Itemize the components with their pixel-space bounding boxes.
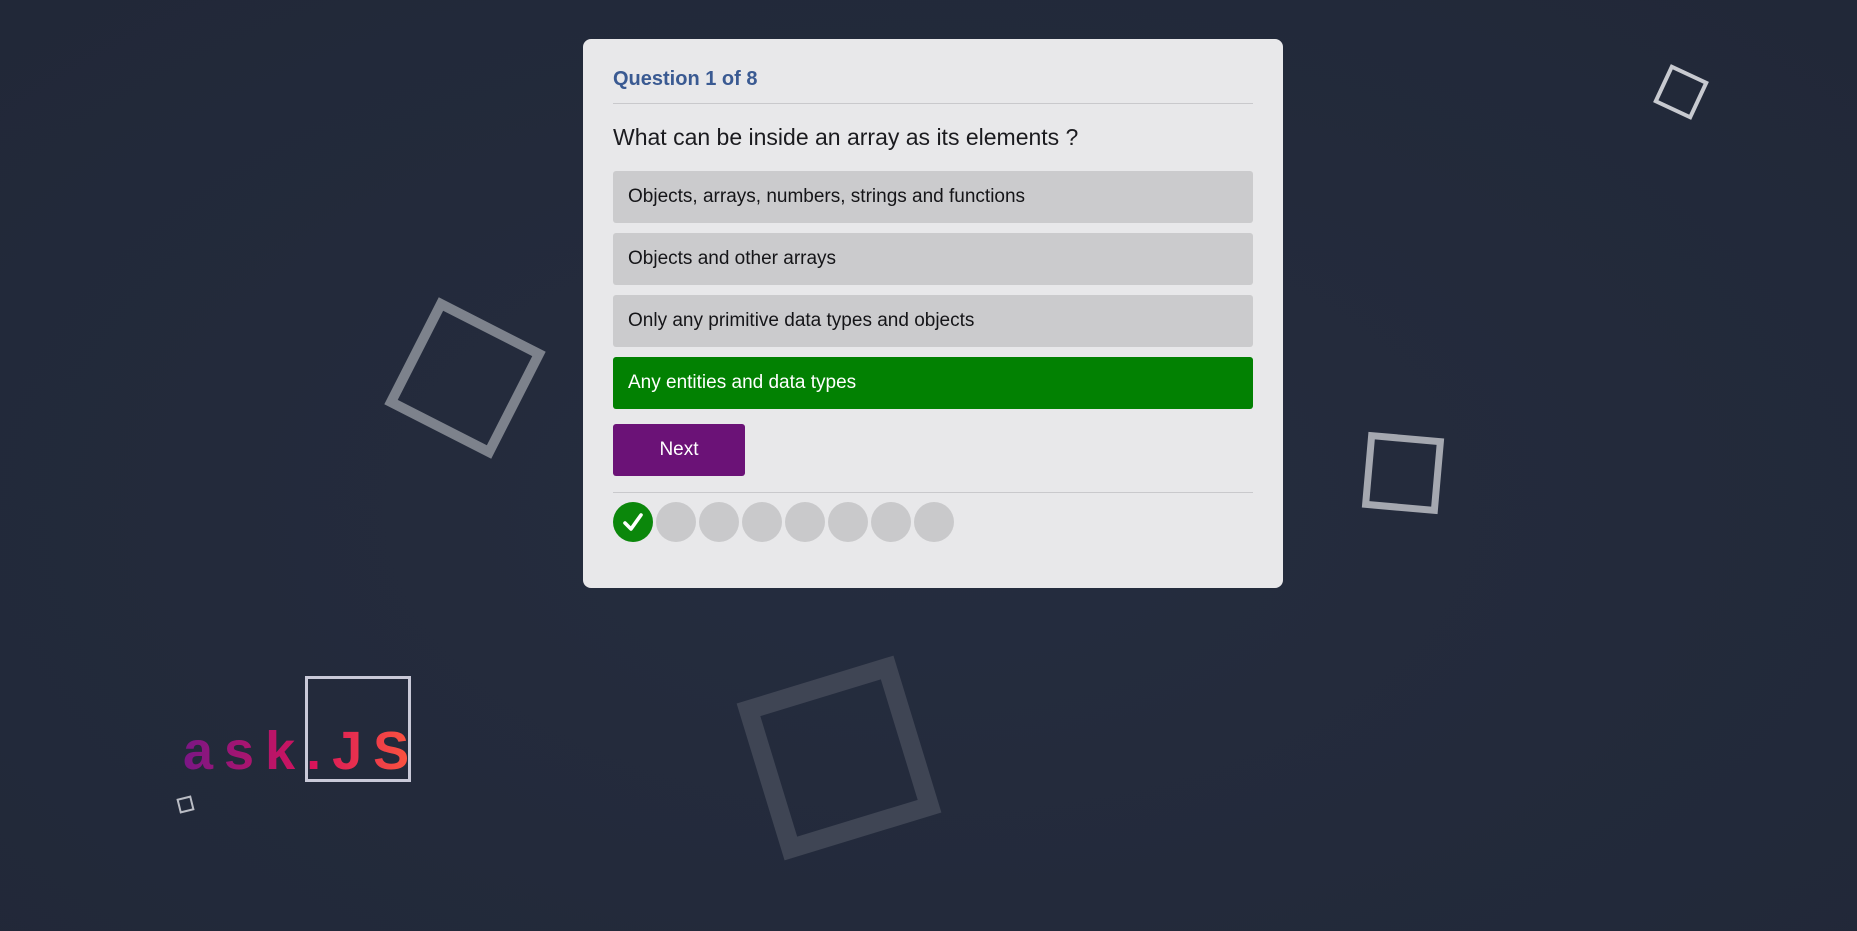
progress-step-pending — [699, 502, 739, 542]
divider — [613, 103, 1253, 104]
progress-step-pending — [656, 502, 696, 542]
progress-step-completed — [613, 502, 653, 542]
progress-step-pending — [828, 502, 868, 542]
decorative-square — [176, 795, 195, 814]
decorative-square — [1653, 64, 1709, 120]
decorative-square — [384, 297, 546, 459]
answer-list: Objects, arrays, numbers, strings and fu… — [613, 171, 1253, 409]
svg-text:ask.JS: ask.JS — [183, 721, 420, 781]
next-button[interactable]: Next — [613, 424, 745, 476]
progress-step-pending — [871, 502, 911, 542]
decorative-square — [736, 655, 942, 861]
divider — [613, 492, 1253, 493]
answer-option-1[interactable]: Objects, arrays, numbers, strings and fu… — [613, 171, 1253, 223]
askjs-logo: ask.JS — [180, 674, 420, 786]
app-background: Question 1 of 8 What can be inside an ar… — [0, 0, 1857, 931]
progress-step-pending — [742, 502, 782, 542]
progress-indicator — [613, 502, 1253, 542]
progress-step-pending — [785, 502, 825, 542]
progress-step-pending — [914, 502, 954, 542]
quiz-card: Question 1 of 8 What can be inside an ar… — [583, 39, 1283, 588]
checkmark-icon — [623, 513, 643, 531]
answer-option-2[interactable]: Objects and other arrays — [613, 233, 1253, 285]
logo-wordmark: ask.JS — [183, 721, 420, 781]
decorative-square — [1361, 431, 1445, 515]
answer-option-3[interactable]: Only any primitive data types and object… — [613, 295, 1253, 347]
question-counter: Question 1 of 8 — [613, 68, 758, 90]
answer-option-4[interactable]: Any entities and data types — [613, 357, 1253, 409]
question-text: What can be inside an array as its eleme… — [613, 124, 1079, 150]
